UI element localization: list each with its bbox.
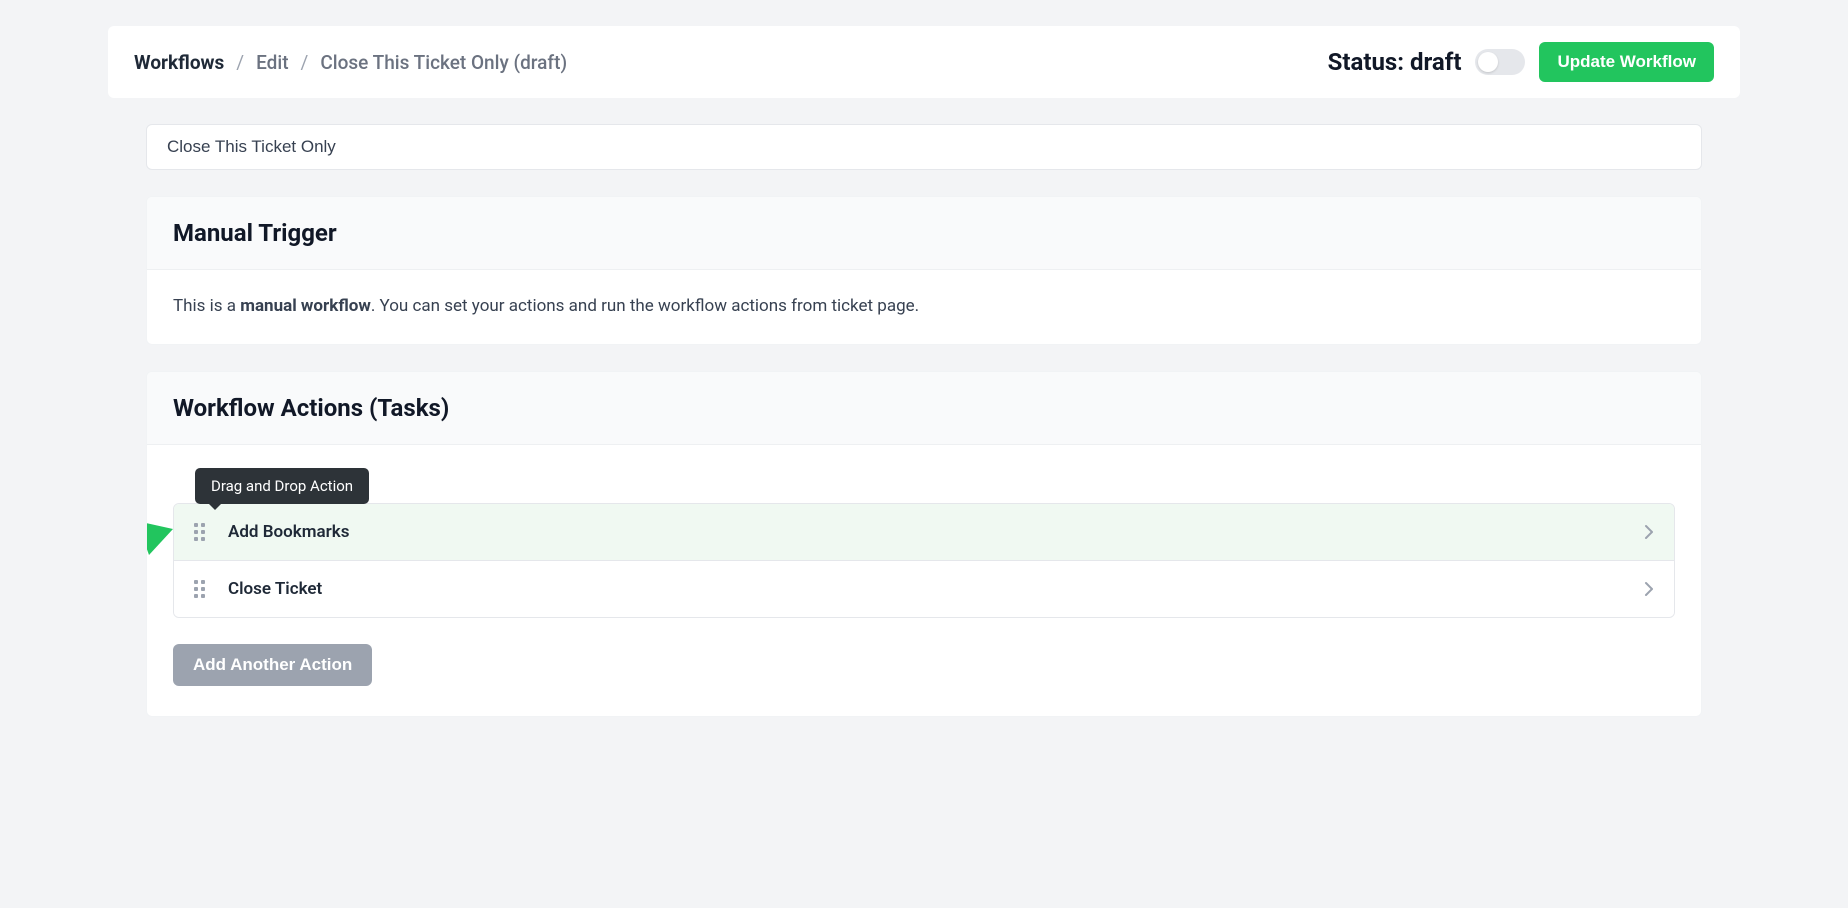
action-row-close-ticket[interactable]: Close Ticket xyxy=(174,560,1674,617)
workflow-name-input[interactable] xyxy=(146,124,1702,170)
breadcrumb-current: Close This Ticket Only (draft) xyxy=(320,51,567,74)
trigger-card: Manual Trigger This is a manual workflow… xyxy=(146,196,1702,345)
add-another-action-button[interactable]: Add Another Action xyxy=(173,644,372,686)
trigger-desc-suffix: . You can set your actions and run the w… xyxy=(371,296,919,316)
chevron-right-icon xyxy=(1644,524,1654,540)
action-label: Add Bookmarks xyxy=(228,522,1644,542)
actions-card-body: Drag and Drop Action Add Bookmarks xyxy=(147,445,1701,716)
drag-handle-icon[interactable] xyxy=(194,522,208,542)
breadcrumb-separator: / xyxy=(301,51,309,74)
chevron-right-icon xyxy=(1644,581,1654,597)
breadcrumb-separator: / xyxy=(236,51,244,74)
status-value: draft xyxy=(1410,48,1461,76)
actions-card: Workflow Actions (Tasks) Drag and Drop A… xyxy=(146,371,1702,717)
update-workflow-button[interactable]: Update Workflow xyxy=(1539,42,1714,82)
header-bar: Workflows / Edit / Close This Ticket Onl… xyxy=(108,26,1740,98)
drag-handle-icon[interactable] xyxy=(194,579,208,599)
breadcrumb-edit[interactable]: Edit xyxy=(256,51,288,74)
status-prefix: Status: xyxy=(1328,48,1404,76)
action-list: Add Bookmarks Close Ticket xyxy=(173,503,1675,618)
header-right: Status: draft Update Workflow xyxy=(1328,42,1714,82)
action-row-add-bookmarks[interactable]: Add Bookmarks xyxy=(174,504,1674,560)
trigger-card-title: Manual Trigger xyxy=(147,197,1701,270)
drag-drop-tooltip: Drag and Drop Action xyxy=(195,468,369,504)
trigger-card-body: This is a manual workflow. You can set y… xyxy=(147,270,1701,344)
action-label: Close Ticket xyxy=(228,579,1644,599)
status-label: Status: draft xyxy=(1328,48,1462,76)
toggle-knob xyxy=(1478,52,1498,72)
breadcrumb-root[interactable]: Workflows xyxy=(134,51,224,74)
status-toggle[interactable] xyxy=(1475,49,1525,75)
trigger-desc-bold: manual workflow xyxy=(240,296,371,316)
trigger-desc-prefix: This is a xyxy=(173,296,240,316)
actions-card-title: Workflow Actions (Tasks) xyxy=(147,372,1701,445)
breadcrumb: Workflows / Edit / Close This Ticket Onl… xyxy=(134,51,567,74)
